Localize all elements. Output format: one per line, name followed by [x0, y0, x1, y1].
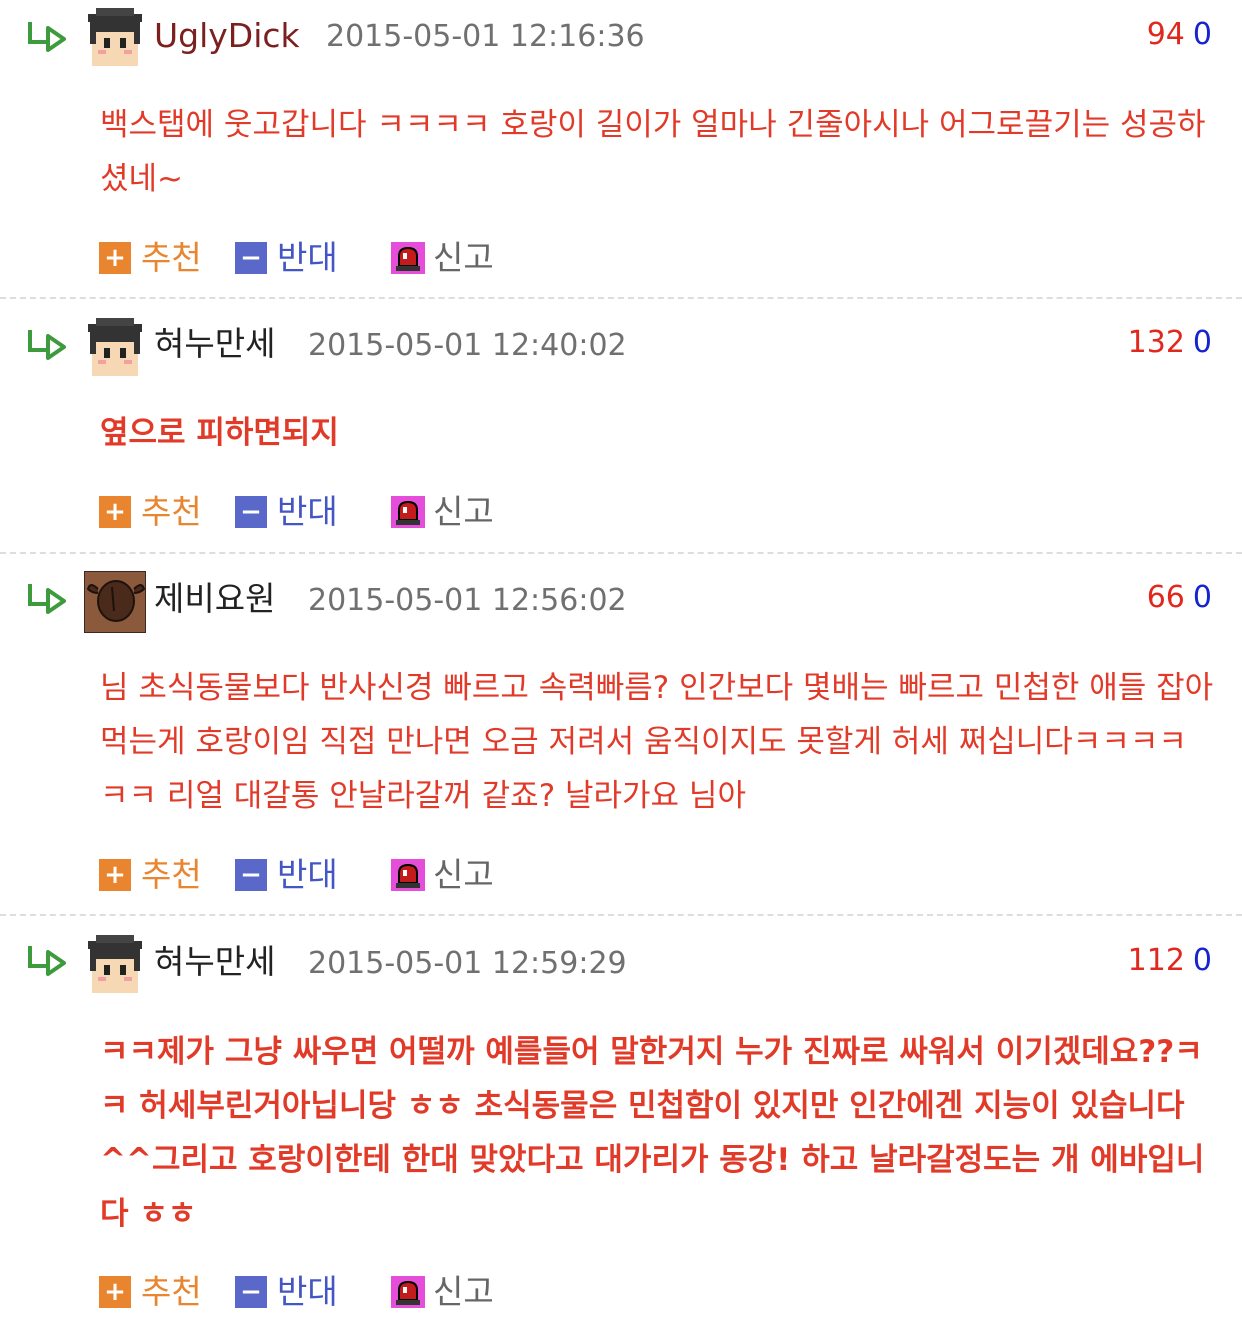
report-button[interactable]: 신고 [391, 1272, 494, 1312]
upvote-count: 94 [1146, 17, 1185, 52]
oppose-label: 반대 [277, 855, 338, 894]
comment-text: 님 초식동물보다 반사신경 빠르고 속력빠름? 인간보다 몇배는 빠르고 민첩한… [100, 670, 1214, 814]
siren-icon [391, 242, 425, 274]
siren-icon [391, 496, 425, 528]
recommend-button[interactable]: + 추천 [99, 1272, 202, 1312]
minus-icon: − [235, 1276, 267, 1308]
timestamp: 2015-05-01 12:59:29 [308, 946, 627, 981]
recommend-label: 추천 [141, 492, 202, 531]
oppose-button[interactable]: − 반대 [235, 238, 338, 278]
vote-count: 94 0 [1147, 15, 1212, 55]
timestamp: 2015-05-01 12:16:36 [326, 19, 645, 54]
avatar[interactable] [84, 933, 146, 995]
student-cap-avatar-icon [84, 933, 146, 995]
avatar[interactable] [84, 6, 146, 68]
downvote-count: 0 [1192, 325, 1212, 360]
recommend-button[interactable]: + 추천 [99, 492, 202, 532]
username[interactable]: 혀누만세 [154, 324, 275, 364]
comment-text: ㅋㅋ제가 그냥 싸우면 어떨까 예를들어 말한거지 누가 진짜로 싸워서 이기겠… [100, 1034, 1205, 1232]
recommend-label: 추천 [141, 1272, 202, 1311]
minus-icon: − [235, 496, 267, 528]
recommend-button[interactable]: + 추천 [99, 238, 202, 278]
vote-count: 132 0 [1128, 323, 1212, 363]
upvote-count: 66 [1146, 580, 1185, 615]
timestamp: 2015-05-01 12:56:02 [308, 583, 627, 618]
oppose-button[interactable]: − 반대 [235, 855, 338, 895]
report-button[interactable]: 신고 [391, 855, 494, 895]
upvote-count: 112 [1127, 943, 1185, 978]
report-button[interactable]: 신고 [391, 492, 494, 532]
plus-icon: + [99, 859, 131, 891]
reply-arrow-icon [26, 582, 68, 616]
upvote-count: 132 [1127, 325, 1185, 360]
comment-text: 백스탭에 웃고갑니다 ㅋㅋㅋㅋ 호랑이 길이가 얼마나 긴줄아시나 어그로끌기는… [100, 107, 1206, 197]
report-label: 신고 [433, 238, 494, 277]
comment-actions: + 추천 − 반대 신고 [0, 492, 600, 532]
siren-icon [391, 1276, 425, 1308]
brown-face-avatar-icon [84, 571, 146, 633]
username[interactable]: UglyDick [154, 16, 300, 56]
report-button[interactable]: 신고 [391, 238, 494, 278]
oppose-button[interactable]: − 반대 [235, 1272, 338, 1312]
vote-count: 112 0 [1128, 941, 1212, 981]
vote-count: 66 0 [1147, 578, 1212, 618]
oppose-label: 반대 [277, 1272, 338, 1311]
comment-actions: + 추천 − 반대 신고 [0, 238, 600, 278]
reply-arrow-icon [26, 20, 68, 54]
avatar[interactable] [84, 316, 146, 378]
username[interactable]: 제비요원 [154, 579, 275, 619]
oppose-label: 반대 [277, 238, 338, 277]
report-label: 신고 [433, 492, 494, 531]
reply-arrow-icon [26, 328, 68, 362]
minus-icon: − [235, 859, 267, 891]
plus-icon: + [99, 496, 131, 528]
reply-arrow-icon [26, 944, 68, 978]
comment-text: 옆으로 피하면되지 [100, 415, 339, 451]
recommend-label: 추천 [141, 855, 202, 894]
plus-icon: + [99, 242, 131, 274]
recommend-button[interactable]: + 추천 [99, 855, 202, 895]
comment-divider [0, 297, 1242, 299]
student-cap-avatar-icon [84, 6, 146, 68]
downvote-count: 0 [1192, 943, 1212, 978]
report-label: 신고 [433, 1272, 494, 1311]
comment-divider [0, 552, 1242, 554]
comment-divider [0, 914, 1242, 916]
comment-actions: + 추천 − 반대 신고 [0, 855, 600, 895]
downvote-count: 0 [1192, 580, 1212, 615]
plus-icon: + [99, 1276, 131, 1308]
student-cap-avatar-icon [84, 316, 146, 378]
username[interactable]: 혀누만세 [154, 942, 275, 982]
minus-icon: − [235, 242, 267, 274]
recommend-label: 추천 [141, 238, 202, 277]
report-label: 신고 [433, 855, 494, 894]
oppose-button[interactable]: − 반대 [235, 492, 338, 532]
timestamp: 2015-05-01 12:40:02 [308, 328, 627, 363]
comment-actions: + 추천 − 반대 신고 [0, 1272, 600, 1312]
avatar[interactable] [84, 571, 146, 633]
oppose-label: 반대 [277, 492, 338, 531]
siren-icon [391, 859, 425, 891]
downvote-count: 0 [1192, 17, 1212, 52]
